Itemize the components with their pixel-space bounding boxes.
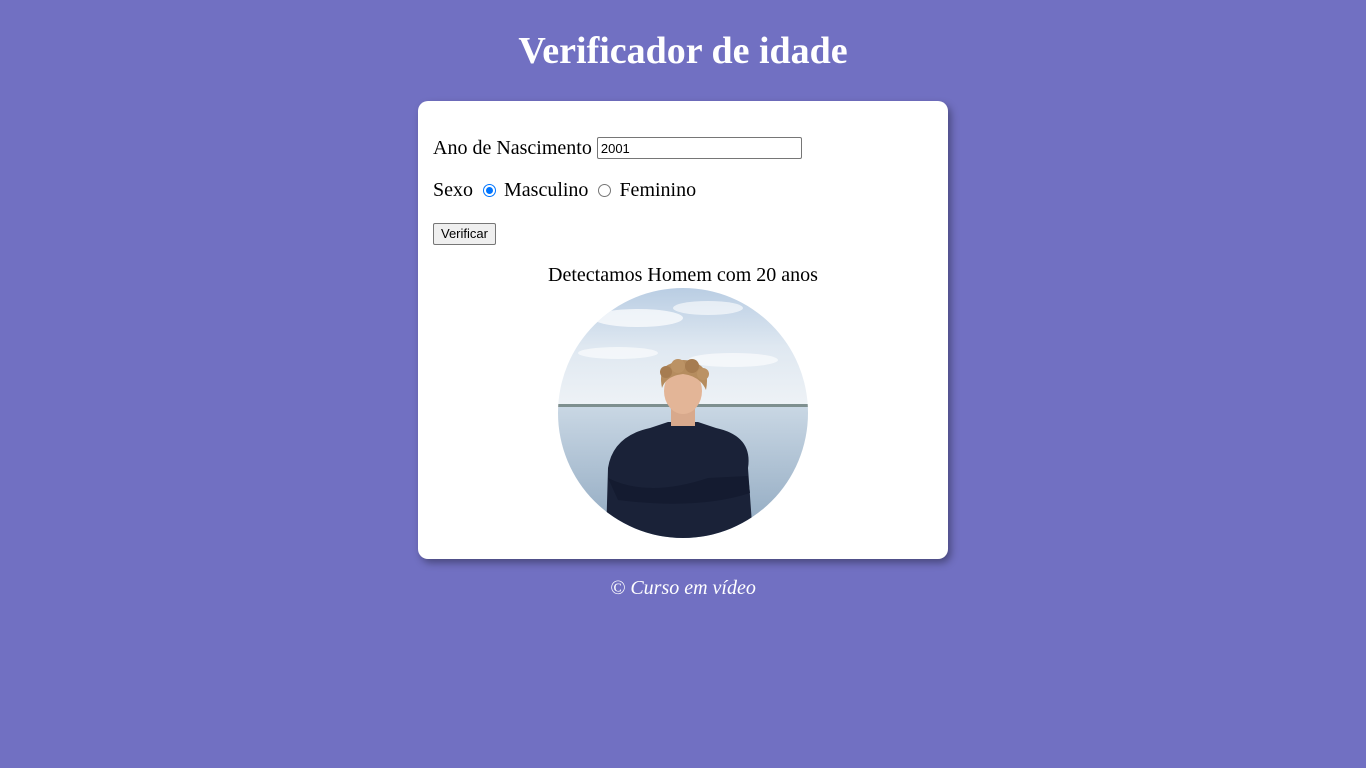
footer-credit: © Curso em vídeo bbox=[610, 577, 756, 599]
birth-year-row: Ano de Nascimento bbox=[433, 135, 802, 161]
female-radio-label[interactable]: Feminino bbox=[619, 179, 696, 202]
page-header: Verificador de idade bbox=[0, 0, 1366, 73]
verifier-card: Ano de Nascimento Sexo Masculino Feminin… bbox=[418, 101, 948, 559]
verify-button[interactable]: Verificar bbox=[433, 223, 496, 245]
sex-label: Sexo bbox=[433, 178, 473, 201]
result-text: Detectamos Homem com 20 anos bbox=[548, 264, 818, 286]
person-photo bbox=[558, 288, 808, 538]
sex-row: Sexo Masculino Feminino bbox=[433, 177, 696, 203]
person-photo-icon bbox=[558, 288, 808, 538]
female-radio[interactable] bbox=[598, 183, 612, 197]
page-title: Verificador de idade bbox=[518, 30, 848, 72]
birth-year-input[interactable] bbox=[596, 137, 802, 159]
male-radio[interactable] bbox=[483, 183, 496, 197]
male-radio-label[interactable]: Masculino bbox=[504, 179, 588, 202]
birth-year-label: Ano de Nascimento bbox=[433, 136, 592, 159]
